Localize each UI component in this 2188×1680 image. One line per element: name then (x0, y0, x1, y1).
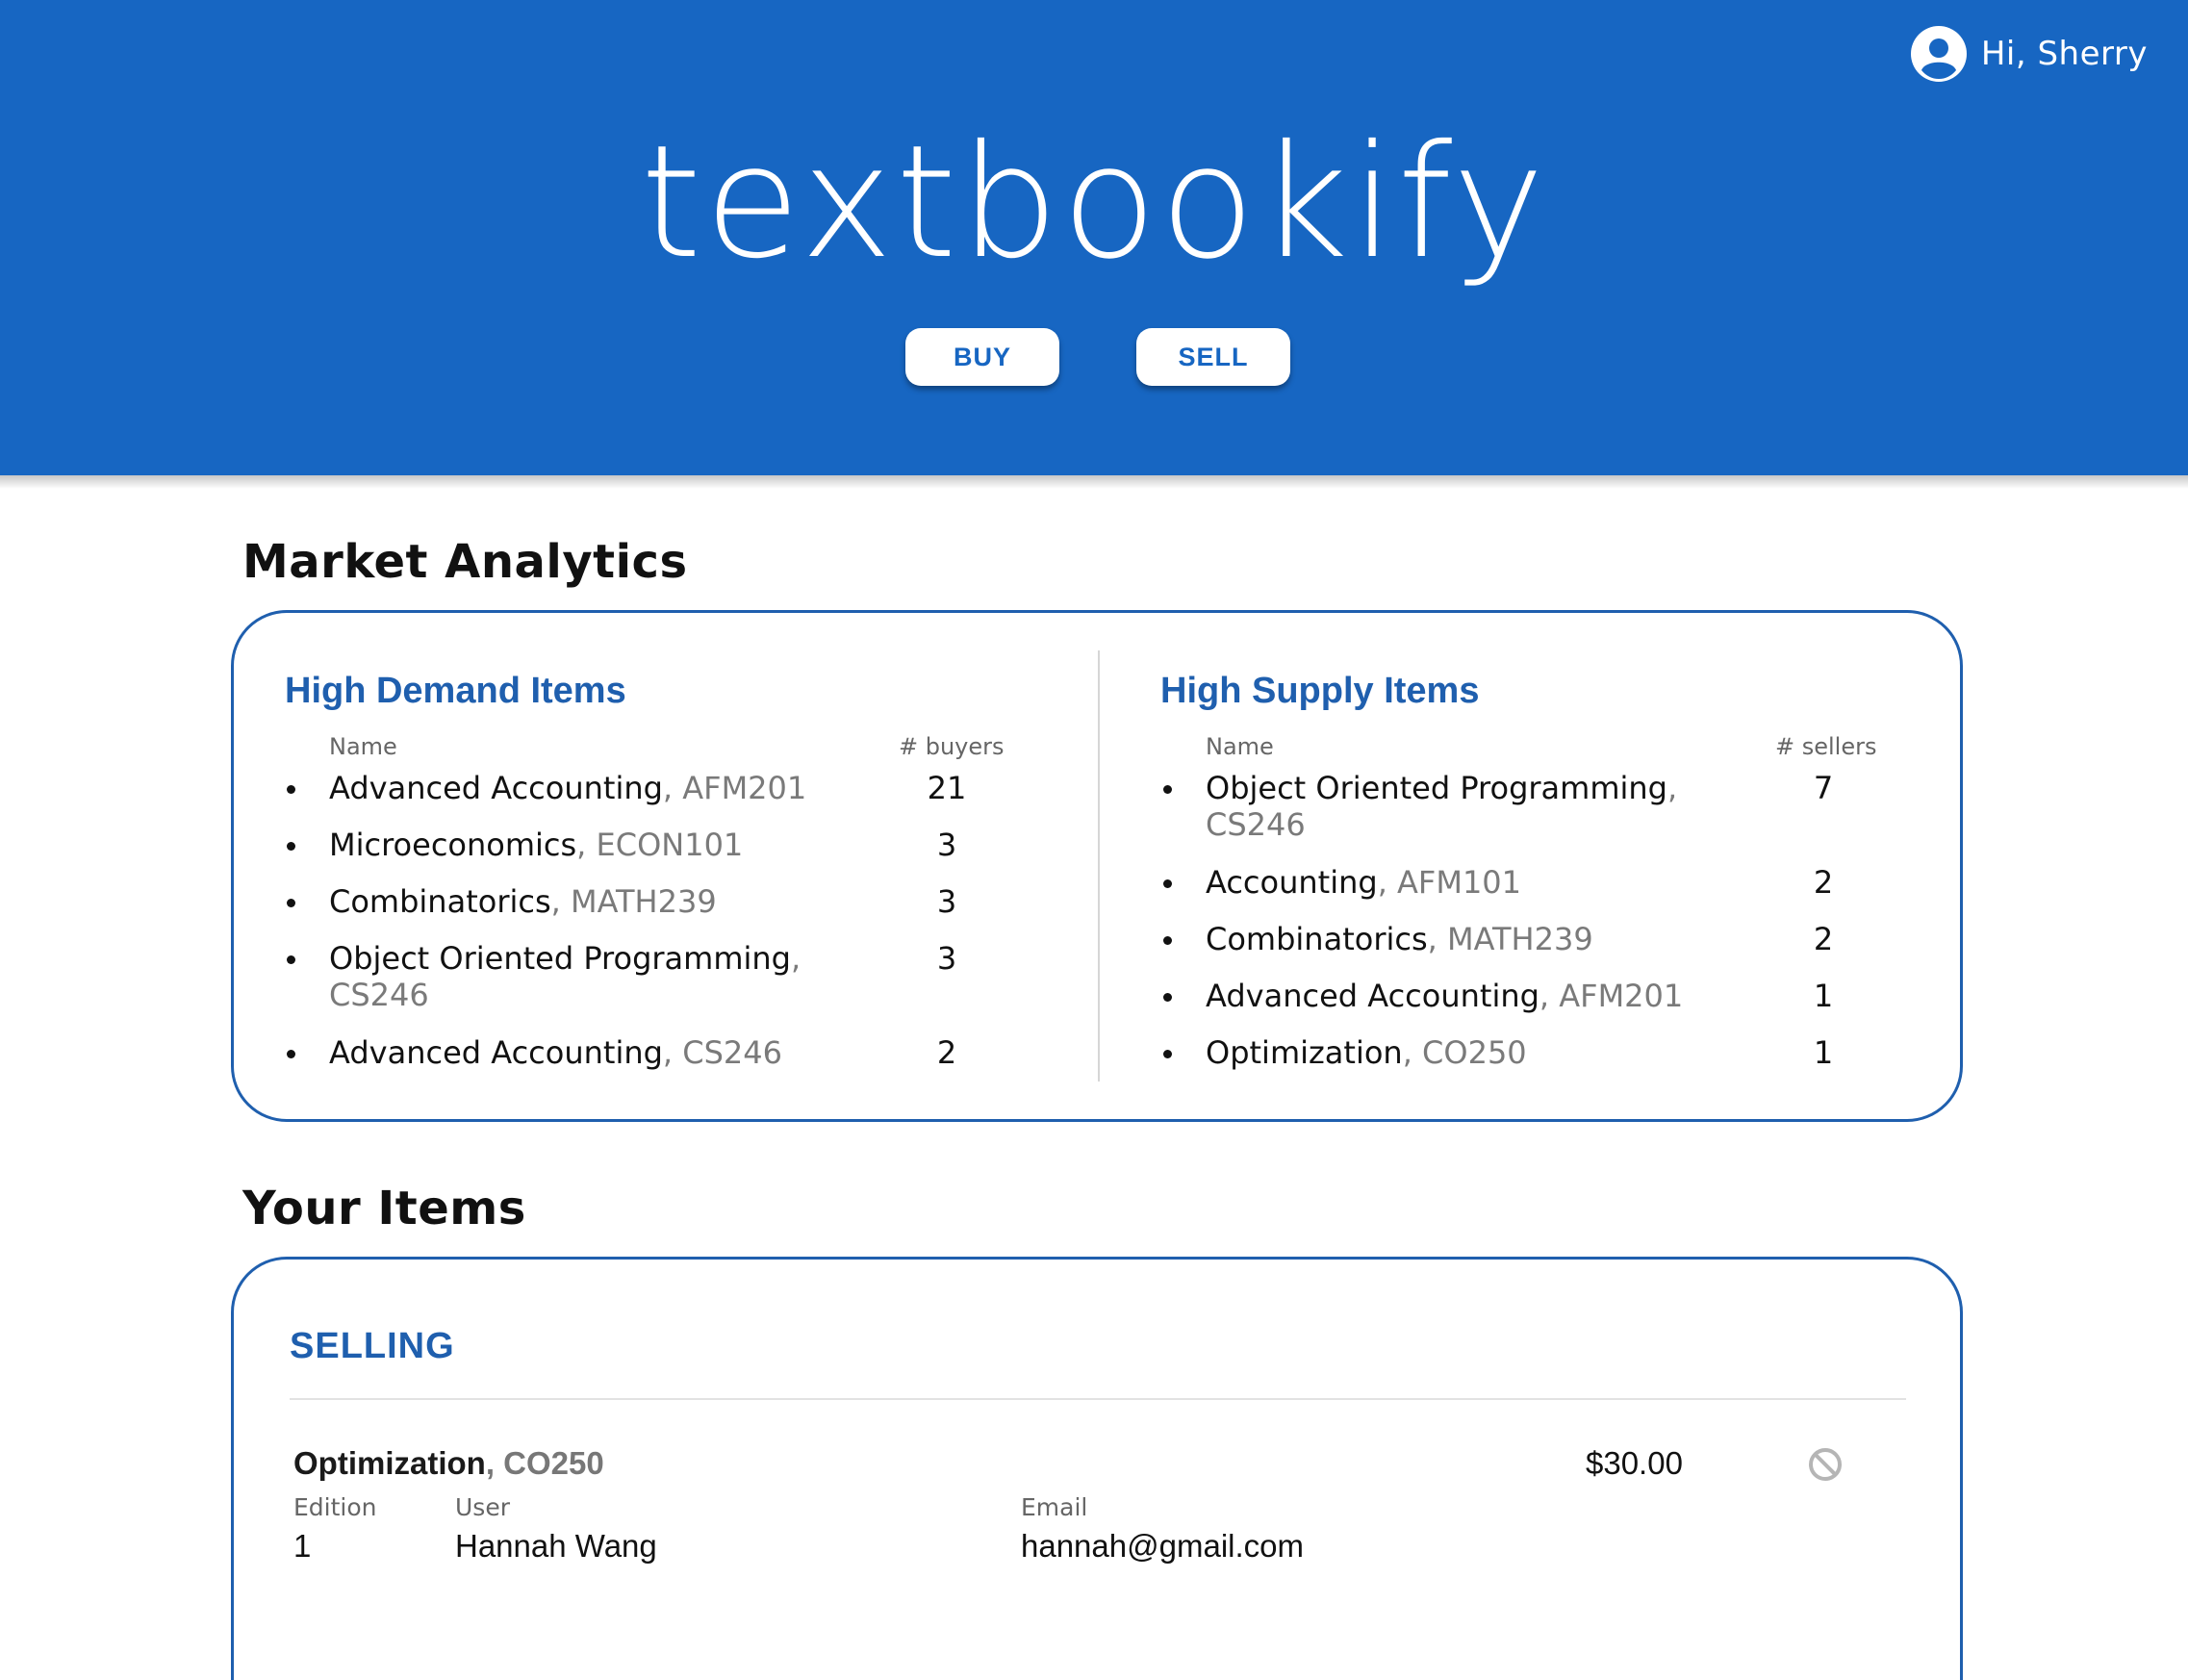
bullet (287, 1050, 295, 1058)
bullet (287, 955, 295, 964)
edition-value: 1 (293, 1528, 312, 1564)
item-count: 2 (936, 1034, 957, 1071)
item-name: Combinatorics (1206, 921, 1428, 957)
item-count: 21 (927, 770, 967, 806)
user-menu[interactable]: Hi, Sherry (1910, 25, 2148, 83)
item-name: Combinatorics (329, 883, 551, 920)
item-code: AFM201 (1559, 978, 1684, 1014)
account-circle-icon (1910, 26, 1967, 82)
column-divider (1098, 650, 1100, 1082)
item-count: 3 (936, 883, 957, 920)
item-name: Optimization (293, 1445, 486, 1481)
item-code: AFM101 (1397, 864, 1522, 901)
item-name: Microeconomics (329, 827, 577, 863)
edition-label: Edition (293, 1493, 377, 1521)
email-value: hannah@gmail.com (1021, 1528, 1304, 1564)
item-count: 7 (1813, 770, 1834, 806)
item-price: $30.00 (1586, 1445, 1683, 1481)
user-greeting: Hi, Sherry (1980, 35, 2148, 73)
item-code: CS246 (1206, 806, 1306, 843)
item-name: Object Oriented Programming (1206, 770, 1667, 806)
item-name: Object Oriented Programming (329, 940, 791, 977)
bullet (287, 842, 295, 851)
supply-count-header: # sellers (1775, 733, 1877, 760)
item-code: ECON101 (596, 827, 744, 863)
high-demand-title: High Demand Items (285, 671, 626, 711)
item-code: CO250 (503, 1445, 604, 1481)
your-items-title: Your Items (242, 1182, 526, 1235)
user-label: User (455, 1493, 510, 1521)
selling-title: SELLING (290, 1326, 455, 1366)
item-count: 1 (1813, 1034, 1834, 1071)
item-name: Advanced Accounting (329, 770, 663, 806)
demand-name-header: Name (329, 733, 397, 760)
item-count: 1 (1813, 978, 1834, 1014)
bullet (1163, 1050, 1172, 1058)
item-count: 3 (936, 940, 957, 977)
high-supply-title: High Supply Items (1160, 671, 1480, 711)
item-code: CS246 (682, 1034, 782, 1071)
selling-divider (290, 1398, 1906, 1400)
email-label: Email (1021, 1493, 1088, 1521)
item-count: 3 (936, 827, 957, 863)
demand-count-header: # buyers (899, 733, 1005, 760)
item-name: Optimization (1206, 1034, 1403, 1071)
market-analytics-title: Market Analytics (242, 535, 688, 589)
item-count: 2 (1813, 921, 1834, 957)
bullet (287, 785, 295, 794)
prohibited-icon[interactable] (1807, 1446, 1844, 1483)
bullet (1163, 785, 1172, 794)
header-shadow (0, 475, 2188, 489)
bullet (287, 899, 295, 907)
item-name: Advanced Accounting (329, 1034, 663, 1071)
bullet (1163, 879, 1172, 888)
item-code: MATH239 (570, 883, 717, 920)
item-code: AFM201 (682, 770, 807, 806)
app-logo[interactable]: textbookify (0, 125, 2188, 281)
supply-name-header: Name (1206, 733, 1274, 760)
item-title: Optimization, CO250 (293, 1445, 604, 1481)
item-code: CO250 (1422, 1034, 1527, 1071)
user-value: Hannah Wang (455, 1528, 657, 1564)
item-code: MATH239 (1446, 921, 1593, 957)
item-name: Advanced Accounting (1206, 978, 1539, 1014)
item-name: Accounting (1206, 864, 1378, 901)
sell-button[interactable]: SELL (1136, 328, 1290, 386)
item-code: CS246 (329, 977, 429, 1013)
bullet (1163, 993, 1172, 1002)
item-count: 2 (1813, 864, 1834, 901)
bullet (1163, 936, 1172, 945)
buy-button[interactable]: BUY (905, 328, 1059, 386)
